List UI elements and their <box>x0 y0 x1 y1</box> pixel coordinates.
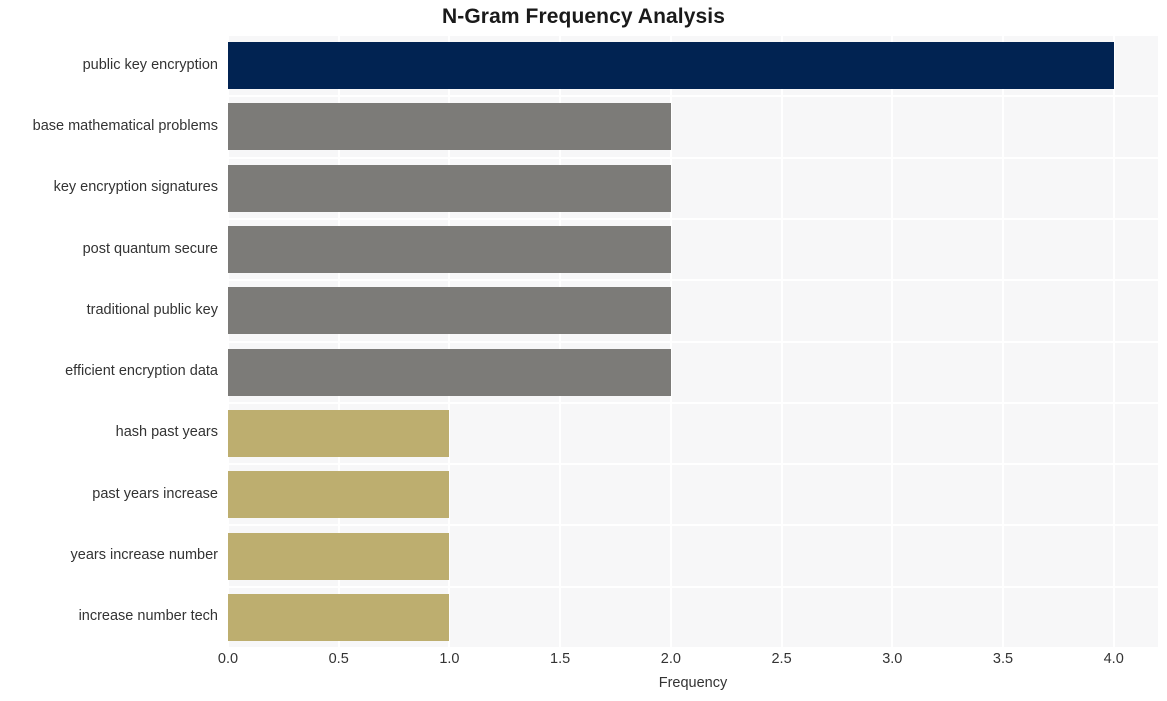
gridline-horizontal <box>228 279 1158 282</box>
x-axis-tick-label: 1.0 <box>439 651 460 667</box>
y-axis-tick-label: increase number tech <box>78 608 218 625</box>
bar <box>228 226 671 274</box>
y-axis-tick-labels: public key encryption base mathematical p… <box>0 35 218 648</box>
gridline-horizontal <box>228 524 1158 527</box>
y-axis-tick-label: efficient encryption data <box>65 363 218 380</box>
y-axis-tick-label: traditional public key <box>86 301 218 318</box>
x-axis-tick-label: 1.5 <box>550 651 571 667</box>
gridline-horizontal <box>228 156 1158 159</box>
bar <box>228 42 1114 90</box>
y-axis-tick-label: hash past years <box>115 424 218 441</box>
bar <box>228 471 450 519</box>
gridline-horizontal <box>228 340 1158 343</box>
gridline-horizontal <box>228 647 1158 648</box>
x-axis-tick-labels: 0.0 0.5 1.0 1.5 2.0 2.5 3.0 3.5 4.0 <box>0 652 1167 676</box>
x-axis-tick-label: 0.0 <box>217 651 239 667</box>
y-axis-tick-label: base mathematical problems <box>32 117 218 134</box>
gridline-horizontal <box>228 585 1158 588</box>
y-axis-tick-label: public key encryption <box>82 56 218 73</box>
bar <box>228 103 671 151</box>
bar <box>228 287 671 335</box>
y-axis-tick-label: key encryption signatures <box>53 179 218 196</box>
chart-figure: N-Gram Frequency Analysis public key enc… <box>0 0 1167 701</box>
y-axis-tick-label: post quantum secure <box>82 240 218 257</box>
y-axis-tick-label: years increase number <box>70 547 219 564</box>
bar <box>228 532 450 580</box>
plot-area <box>228 35 1158 648</box>
gridline-horizontal <box>228 35 1158 36</box>
x-axis-tick-label: 3.5 <box>992 651 1014 667</box>
gridline-horizontal <box>228 95 1158 98</box>
x-axis-tick-label: 0.5 <box>328 651 349 667</box>
y-axis-tick-label: past years increase <box>92 485 218 502</box>
bar <box>228 409 450 457</box>
chart-title: N-Gram Frequency Analysis <box>442 5 725 28</box>
gridline-horizontal <box>228 217 1158 220</box>
bar <box>228 593 450 641</box>
gridline-horizontal <box>228 463 1158 466</box>
x-axis-title: Frequency <box>658 675 728 691</box>
x-axis-tick-label: 2.0 <box>660 651 681 667</box>
bar <box>228 164 671 212</box>
bar <box>228 348 671 396</box>
x-axis-tick-label: 4.0 <box>1103 651 1124 667</box>
gridline-horizontal <box>228 401 1158 404</box>
x-axis-tick-label: 3.0 <box>882 651 903 667</box>
x-axis-tick-label: 2.5 <box>771 651 792 667</box>
